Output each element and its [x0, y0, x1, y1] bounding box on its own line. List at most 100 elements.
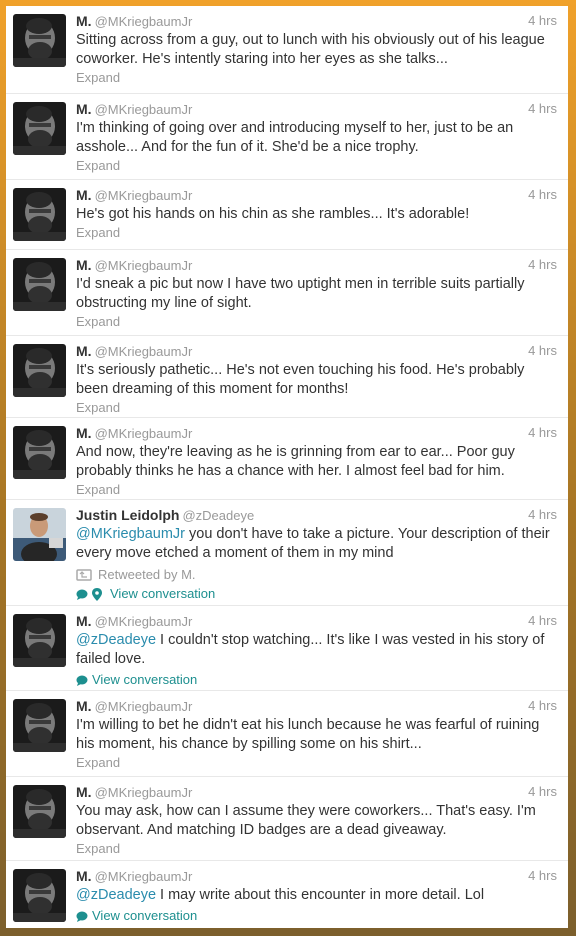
- speech-bubble-icon: [76, 675, 88, 686]
- author-name[interactable]: Justin Leidolph: [76, 507, 179, 523]
- tweet-time[interactable]: 4 hrs: [528, 186, 557, 204]
- tweet[interactable]: M. @MKriegbaumJr 4 hrs I'm thinking of go…: [6, 94, 568, 180]
- author-name[interactable]: M.: [76, 425, 92, 441]
- mention-link[interactable]: @zDeadeye: [76, 887, 156, 903]
- expand-link[interactable]: Expand: [76, 70, 558, 86]
- avatar-image: [13, 508, 66, 561]
- avatar-image: [13, 699, 66, 752]
- tweet-text: You may ask, how can I assume they were …: [76, 803, 536, 838]
- avatar-image: [13, 14, 66, 67]
- timeline: M. @MKriegbaumJr 4 hrs Sitting across fro…: [6, 6, 568, 928]
- tweet-text: He's got his hands on his chin as she ra…: [76, 206, 470, 222]
- mention-link[interactable]: @zDeadeye: [76, 632, 156, 648]
- tweet-time[interactable]: 4 hrs: [528, 256, 557, 274]
- tweet-text: I'm thinking of going over and introduci…: [76, 120, 514, 155]
- avatar[interactable]: [13, 102, 66, 155]
- retweet-icon: [76, 569, 92, 581]
- avatar-image: [13, 188, 66, 241]
- speech-bubble-icon: [76, 589, 88, 600]
- author-name[interactable]: M.: [76, 101, 92, 117]
- avatar[interactable]: [13, 785, 66, 838]
- avatar[interactable]: [13, 188, 66, 241]
- avatar[interactable]: [13, 258, 66, 311]
- tweet-text: And now, they're leaving as he is grinni…: [76, 444, 515, 479]
- tweet-text: I'm willing to bet he didn't eat his lun…: [76, 717, 540, 752]
- tweet-time[interactable]: 4 hrs: [528, 12, 557, 30]
- tweet-time[interactable]: 4 hrs: [528, 506, 557, 524]
- avatar-image: [13, 258, 66, 311]
- tweet-time[interactable]: 4 hrs: [528, 342, 557, 360]
- tweet-text: @zDeadeye I couldn't stop watching... It…: [76, 631, 558, 669]
- avatar[interactable]: [13, 14, 66, 67]
- author-handle[interactable]: @MKriegbaumJr: [95, 14, 193, 29]
- expand-link[interactable]: Expand: [76, 755, 558, 771]
- avatar-image: [13, 102, 66, 155]
- author-name[interactable]: M.: [76, 187, 92, 203]
- view-conversation-label[interactable]: View conversation: [92, 908, 197, 924]
- view-conversation-link[interactable]: View conversation: [76, 672, 558, 688]
- author-handle[interactable]: @MKriegbaumJr: [95, 344, 193, 359]
- view-conversation-label[interactable]: View conversation: [92, 672, 197, 688]
- avatar-image: [13, 869, 66, 922]
- tweet-text: @zDeadeye I may write about this encount…: [76, 886, 558, 905]
- author-name[interactable]: M.: [76, 613, 92, 629]
- tweet-time[interactable]: 4 hrs: [528, 100, 557, 118]
- tweet[interactable]: M. @MKriegbaumJr 4 hrs You may ask, how c…: [6, 777, 568, 861]
- author-handle[interactable]: @MKriegbaumJr: [95, 188, 193, 203]
- mention-link[interactable]: @MKriegbaumJr: [76, 526, 185, 542]
- tweet[interactable]: M. @MKriegbaumJr 4 hrs I'd sneak a pic bu…: [6, 250, 568, 336]
- view-conversation-label[interactable]: View conversation: [110, 586, 215, 602]
- author-handle[interactable]: @MKriegbaumJr: [95, 614, 193, 629]
- retweet-info: Retweeted by M.: [76, 567, 558, 583]
- author-handle[interactable]: @MKriegbaumJr: [95, 258, 193, 273]
- expand-link[interactable]: Expand: [76, 314, 558, 330]
- expand-link[interactable]: Expand: [76, 225, 558, 241]
- avatar-image: [13, 344, 66, 397]
- speech-bubble-icon: [76, 911, 88, 922]
- tweet[interactable]: M. @MKriegbaumJr 4 hrs I'm willing to bet…: [6, 691, 568, 777]
- author-handle[interactable]: @MKriegbaumJr: [95, 869, 193, 884]
- tweet[interactable]: M. @MKriegbaumJr 4 hrs He's got his hands…: [6, 180, 568, 250]
- expand-link[interactable]: Expand: [76, 158, 558, 174]
- tweet-text: I'd sneak a pic but now I have two uptig…: [76, 276, 525, 311]
- tweet[interactable]: M. @MKriegbaumJr 4 hrs @zDeadeye I may wr…: [6, 861, 568, 928]
- tweet-time[interactable]: 4 hrs: [528, 783, 557, 801]
- avatar[interactable]: [13, 869, 66, 922]
- retweeted-by: Retweeted by M.: [98, 567, 196, 582]
- author-name[interactable]: M.: [76, 868, 92, 884]
- avatar-image: [13, 785, 66, 838]
- view-conversation-link[interactable]: View conversation: [76, 908, 558, 924]
- avatar[interactable]: [13, 699, 66, 752]
- author-name[interactable]: M.: [76, 343, 92, 359]
- author-name[interactable]: M.: [76, 13, 92, 29]
- expand-link[interactable]: Expand: [76, 841, 558, 857]
- tweet[interactable]: Justin Leidolph @zDeadeye 4 hrs @MKriegba…: [6, 500, 568, 606]
- tweet-text: Sitting across from a guy, out to lunch …: [76, 32, 545, 67]
- author-name[interactable]: M.: [76, 784, 92, 800]
- view-conversation-link[interactable]: View conversation: [76, 586, 558, 602]
- author-handle[interactable]: @MKriegbaumJr: [95, 426, 193, 441]
- author-handle[interactable]: @MKriegbaumJr: [95, 699, 193, 714]
- author-name[interactable]: M.: [76, 698, 92, 714]
- tweet[interactable]: M. @MKriegbaumJr 4 hrs Sitting across fro…: [6, 6, 568, 94]
- tweet-time[interactable]: 4 hrs: [528, 424, 557, 442]
- tweet-time[interactable]: 4 hrs: [528, 867, 557, 885]
- tweet-text: @MKriegbaumJr you don't have to take a p…: [76, 525, 558, 563]
- tweet-text: It's seriously pathetic... He's not even…: [76, 362, 525, 397]
- author-handle[interactable]: @MKriegbaumJr: [95, 785, 193, 800]
- tweet-time[interactable]: 4 hrs: [528, 612, 557, 630]
- author-name[interactable]: M.: [76, 257, 92, 273]
- location-pin-icon: [92, 587, 102, 601]
- expand-link[interactable]: Expand: [76, 482, 558, 498]
- tweet-time[interactable]: 4 hrs: [528, 697, 557, 715]
- avatar[interactable]: [13, 344, 66, 397]
- tweet[interactable]: M. @MKriegbaumJr 4 hrs And now, they're l…: [6, 418, 568, 500]
- tweet[interactable]: M. @MKriegbaumJr 4 hrs @zDeadeye I couldn…: [6, 606, 568, 691]
- tweet[interactable]: M. @MKriegbaumJr 4 hrs It's seriously pat…: [6, 336, 568, 418]
- avatar[interactable]: [13, 614, 66, 667]
- author-handle[interactable]: @zDeadeye: [182, 508, 254, 523]
- author-handle[interactable]: @MKriegbaumJr: [95, 102, 193, 117]
- avatar[interactable]: [13, 426, 66, 479]
- expand-link[interactable]: Expand: [76, 400, 558, 416]
- avatar[interactable]: [13, 508, 66, 561]
